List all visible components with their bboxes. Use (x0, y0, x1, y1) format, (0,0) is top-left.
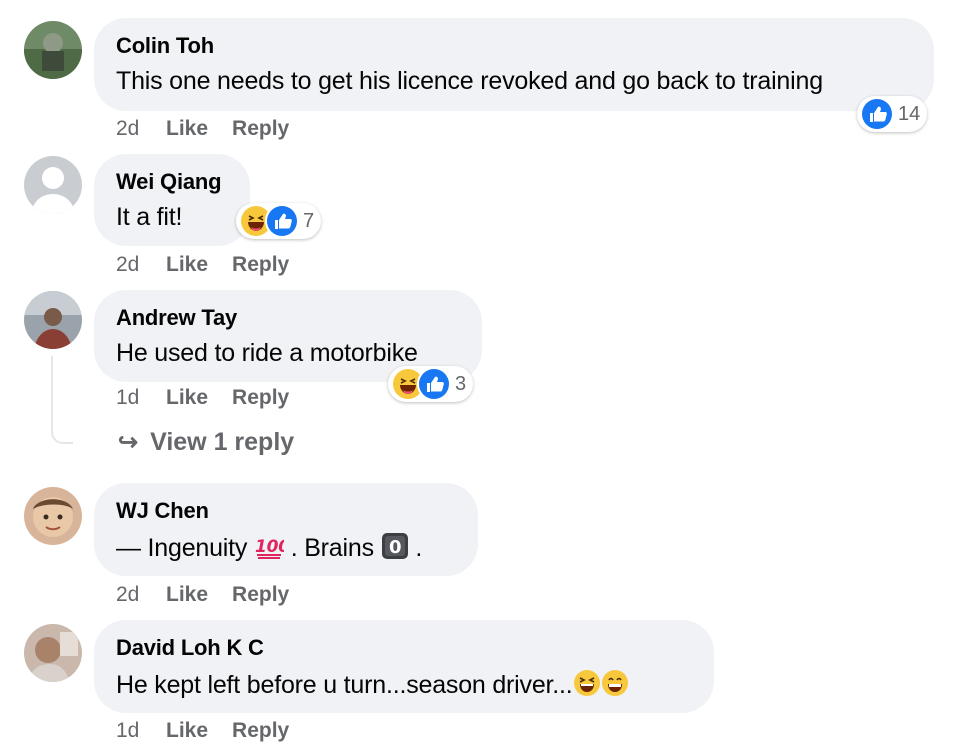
comment-author[interactable]: Wei Qiang (116, 169, 228, 195)
comment-meta: 1d Like Reply (116, 719, 303, 743)
comment-time[interactable]: 2d (116, 253, 156, 277)
comment-text-part: He kept left before u turn...season driv… (116, 671, 573, 699)
comment-text-part: . (408, 534, 423, 562)
reaction-summary[interactable]: 14 (857, 96, 928, 132)
comment-meta: 2d Like Reply (116, 117, 303, 141)
reply-button[interactable]: Reply (232, 719, 289, 743)
comment-text: It a fit! (116, 203, 183, 231)
keycap-zero-icon: 0 (381, 532, 409, 560)
like-button[interactable]: Like (166, 719, 208, 743)
hundred-points-icon: 100 (254, 532, 284, 560)
like-button[interactable]: Like (166, 253, 208, 277)
comment-author[interactable]: Andrew Tay (116, 305, 460, 331)
beaming-face-icon (601, 669, 629, 697)
reply-arrow-icon: ↪ (118, 429, 139, 456)
view-replies-label: View 1 reply (150, 428, 295, 456)
comment-author[interactable]: Colin Toh (116, 33, 912, 59)
comment-time[interactable]: 1d (116, 386, 156, 410)
like-button[interactable]: Like (166, 117, 208, 141)
avatar[interactable] (24, 487, 82, 545)
svg-text:0: 0 (389, 537, 401, 558)
comment-time[interactable]: 2d (116, 583, 156, 607)
comment-meta: 2d Like Reply (116, 583, 303, 607)
comment-bubble: David Loh K C He kept left before u turn… (94, 620, 714, 713)
reply-button[interactable]: Reply (232, 583, 289, 607)
reply-button[interactable]: Reply (232, 386, 289, 410)
avatar[interactable] (24, 156, 82, 214)
comment-author[interactable]: David Loh K C (116, 635, 692, 661)
grinning-squinting-face-icon (573, 669, 601, 697)
comment-bubble: Colin Toh This one needs to get his lice… (94, 18, 934, 111)
comment-bubble: WJ Chen — Ingenuity 100 . Brains 0 . (94, 483, 478, 576)
like-icon (860, 97, 894, 131)
comment-text: This one needs to get his licence revoke… (116, 67, 823, 95)
reply-button[interactable]: Reply (232, 253, 289, 277)
avatar[interactable] (24, 291, 82, 349)
avatar[interactable] (24, 624, 82, 682)
comment-time[interactable]: 1d (116, 719, 156, 743)
like-icon (417, 367, 451, 401)
comment-author[interactable]: WJ Chen (116, 498, 456, 524)
comment-bubble: Wei Qiang It a fit! (94, 154, 250, 246)
view-replies-button[interactable]: ↪ View 1 reply (118, 428, 294, 457)
comment-text-part: . Brains (283, 534, 381, 562)
reaction-count: 3 (455, 372, 467, 395)
reaction-summary[interactable]: 7 (236, 203, 322, 239)
reaction-count: 7 (303, 209, 315, 232)
comment-text: He used to ride a motorbike (116, 339, 418, 367)
reply-thread-line (51, 356, 73, 444)
comment-meta: 2d Like Reply (116, 253, 303, 277)
comment-meta: 1d Like Reply (116, 386, 303, 410)
comment-time[interactable]: 2d (116, 117, 156, 141)
like-icon (265, 204, 299, 238)
comment-text: — Ingenuity 100 . Brains 0 . (116, 532, 456, 563)
comment-text: He kept left before u turn...season driv… (116, 669, 692, 700)
reaction-count: 14 (898, 102, 921, 125)
comment-text-part: — Ingenuity (116, 534, 254, 562)
like-button[interactable]: Like (166, 583, 208, 607)
reaction-summary[interactable]: 3 (388, 366, 474, 402)
reply-button[interactable]: Reply (232, 117, 289, 141)
like-button[interactable]: Like (166, 386, 208, 410)
avatar[interactable] (24, 21, 82, 79)
